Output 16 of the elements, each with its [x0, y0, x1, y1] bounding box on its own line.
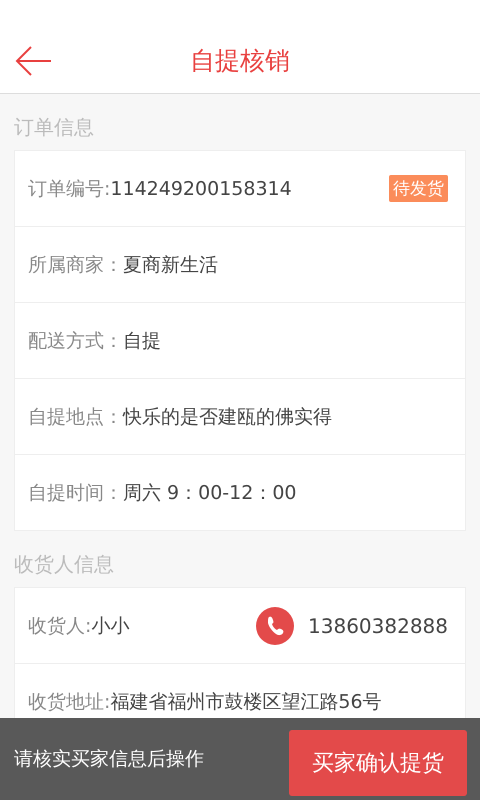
- field-text: 所属商家：夏商新生活: [28, 252, 219, 278]
- back-arrow-icon[interactable]: [15, 45, 53, 77]
- field-text: 自提时间：周六 9：00-12：00: [28, 480, 298, 506]
- field-text: 自提地点：快乐的是否建瓯的佛实得: [28, 404, 333, 430]
- section-title: 收货人信息: [14, 551, 115, 578]
- phone-icon[interactable]: [256, 606, 294, 644]
- field-text: 订单编号:114249200158314: [28, 176, 293, 202]
- confirm-pickup-button[interactable]: 买家确认提货: [289, 730, 467, 796]
- phone-number: 13860382888: [308, 614, 448, 638]
- hint-text: 请核实买家信息后操作: [14, 747, 204, 772]
- field-text: 收货地址:福建省福州市鼓楼区望江路56号: [28, 690, 383, 714]
- field-text: 收货人:小小: [28, 614, 130, 638]
- page-title: 自提核销: [190, 45, 290, 77]
- section-title: 订单信息: [14, 114, 95, 141]
- field-text: 配送方式：自提: [28, 328, 162, 354]
- status-badge: 待发货: [389, 175, 448, 202]
